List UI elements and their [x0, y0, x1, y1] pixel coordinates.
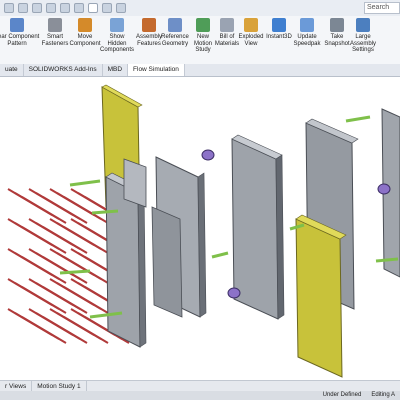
open-file-icon[interactable] — [32, 3, 42, 13]
menu-icon[interactable] — [4, 3, 14, 13]
guide-pin — [69, 179, 101, 187]
undo-icon[interactable] — [74, 3, 84, 13]
large-assembly-icon — [356, 18, 370, 32]
guide-block — [123, 158, 147, 208]
spring — [42, 256, 88, 284]
tab-1[interactable]: SOLIDWORKS Add-Ins — [24, 64, 103, 76]
bushing — [201, 149, 215, 161]
ribbon-button-label: Show Hidden Components — [99, 34, 135, 53]
ribbon-button-0[interactable]: near Component Pattern — [0, 18, 39, 62]
spring — [21, 316, 67, 344]
ribbon-button-label: Exploded View — [238, 34, 264, 47]
guide-pin — [59, 269, 91, 275]
ribbon-button-label: Take Snapshot — [324, 34, 350, 47]
print-icon[interactable] — [60, 3, 70, 13]
quick-access-toolbar: Search — [0, 0, 400, 17]
spring — [63, 226, 109, 254]
tab-0[interactable]: uate — [0, 64, 24, 76]
ribbon-button-label: New Motion Study — [193, 34, 212, 53]
show-hidden-icon — [110, 18, 124, 32]
ribbon-button-label: Move Component — [69, 34, 101, 47]
guide-pin — [375, 257, 399, 263]
guide-pin — [345, 115, 371, 123]
command-manager-ribbon: near Component PatternSmart FastenersMov… — [0, 16, 400, 65]
spring — [21, 226, 67, 254]
spring — [42, 316, 88, 344]
status-under-defined: Under Defined — [322, 392, 362, 398]
spring — [63, 286, 109, 314]
spring — [21, 256, 67, 284]
spring — [42, 226, 88, 254]
spring — [63, 196, 109, 224]
ribbon-button-5[interactable]: Reference Geometry — [160, 18, 190, 62]
ribbon-button-label: Smart Fasteners — [41, 34, 69, 47]
command-manager-tabs: uate SOLIDWORKS Add-Ins MBD Flow Simulation — [0, 64, 400, 77]
ribbon-button-8[interactable]: Exploded View — [236, 18, 266, 62]
status-bar: Under Defined Editing A — [0, 391, 400, 400]
reference-geometry-icon — [168, 18, 182, 32]
bill-of-materials-icon — [220, 18, 234, 32]
ribbon-button-9[interactable]: Instant3D — [264, 18, 294, 62]
yellow-front-plate — [295, 218, 343, 378]
spring — [42, 286, 88, 314]
spring — [21, 286, 67, 314]
ribbon-button-10[interactable]: Update Speedpak — [292, 18, 322, 62]
ribbon-button-label: Assembly Features — [135, 34, 162, 47]
bushing — [377, 183, 391, 195]
save-icon[interactable] — [46, 3, 56, 13]
rebuild-icon[interactable] — [102, 3, 112, 13]
new-file-icon[interactable] — [18, 3, 28, 13]
status-editing: Editing A — [371, 392, 395, 398]
linear-pattern-icon — [10, 18, 24, 32]
spring — [42, 196, 88, 224]
ribbon-button-label: Large Assembly Settings — [349, 34, 376, 53]
motion-study-icon — [196, 18, 210, 32]
fasteners-icon — [48, 18, 62, 32]
bushing — [227, 287, 241, 299]
move-component-icon — [78, 18, 92, 32]
ribbon-button-1[interactable]: Smart Fasteners — [40, 18, 70, 62]
options-gear-icon[interactable] — [116, 3, 126, 13]
exploded-mold-assembly[interactable] — [0, 77, 400, 380]
ribbon-button-12[interactable]: Large Assembly Settings — [348, 18, 378, 62]
ribbon-button-label: near Component Pattern — [0, 34, 40, 47]
spring — [21, 196, 67, 224]
instant3d-icon — [272, 18, 286, 32]
ribbon-button-label: Instant3D — [266, 34, 292, 40]
ribbon-button-2[interactable]: Move Component — [69, 18, 101, 62]
tab-3[interactable]: Flow Simulation — [128, 64, 185, 76]
ribbon-button-label: Reference Geometry — [161, 34, 189, 47]
spring — [63, 316, 109, 344]
guide-pin — [91, 209, 119, 215]
snapshot-icon — [330, 18, 344, 32]
exploded-view-icon — [244, 18, 258, 32]
search-input[interactable]: Search — [364, 2, 400, 14]
ribbon-button-label: Update Speedpak — [293, 34, 321, 47]
ribbon-button-3[interactable]: Show Hidden Components — [99, 18, 135, 62]
speedpak-icon — [300, 18, 314, 32]
guide-pin — [211, 251, 229, 259]
plate-gray-3 — [151, 206, 183, 318]
tab-2[interactable]: MBD — [103, 64, 129, 76]
assembly-features-icon — [142, 18, 156, 32]
graphics-viewport[interactable] — [0, 77, 400, 380]
select-pointer-icon[interactable] — [88, 3, 98, 13]
